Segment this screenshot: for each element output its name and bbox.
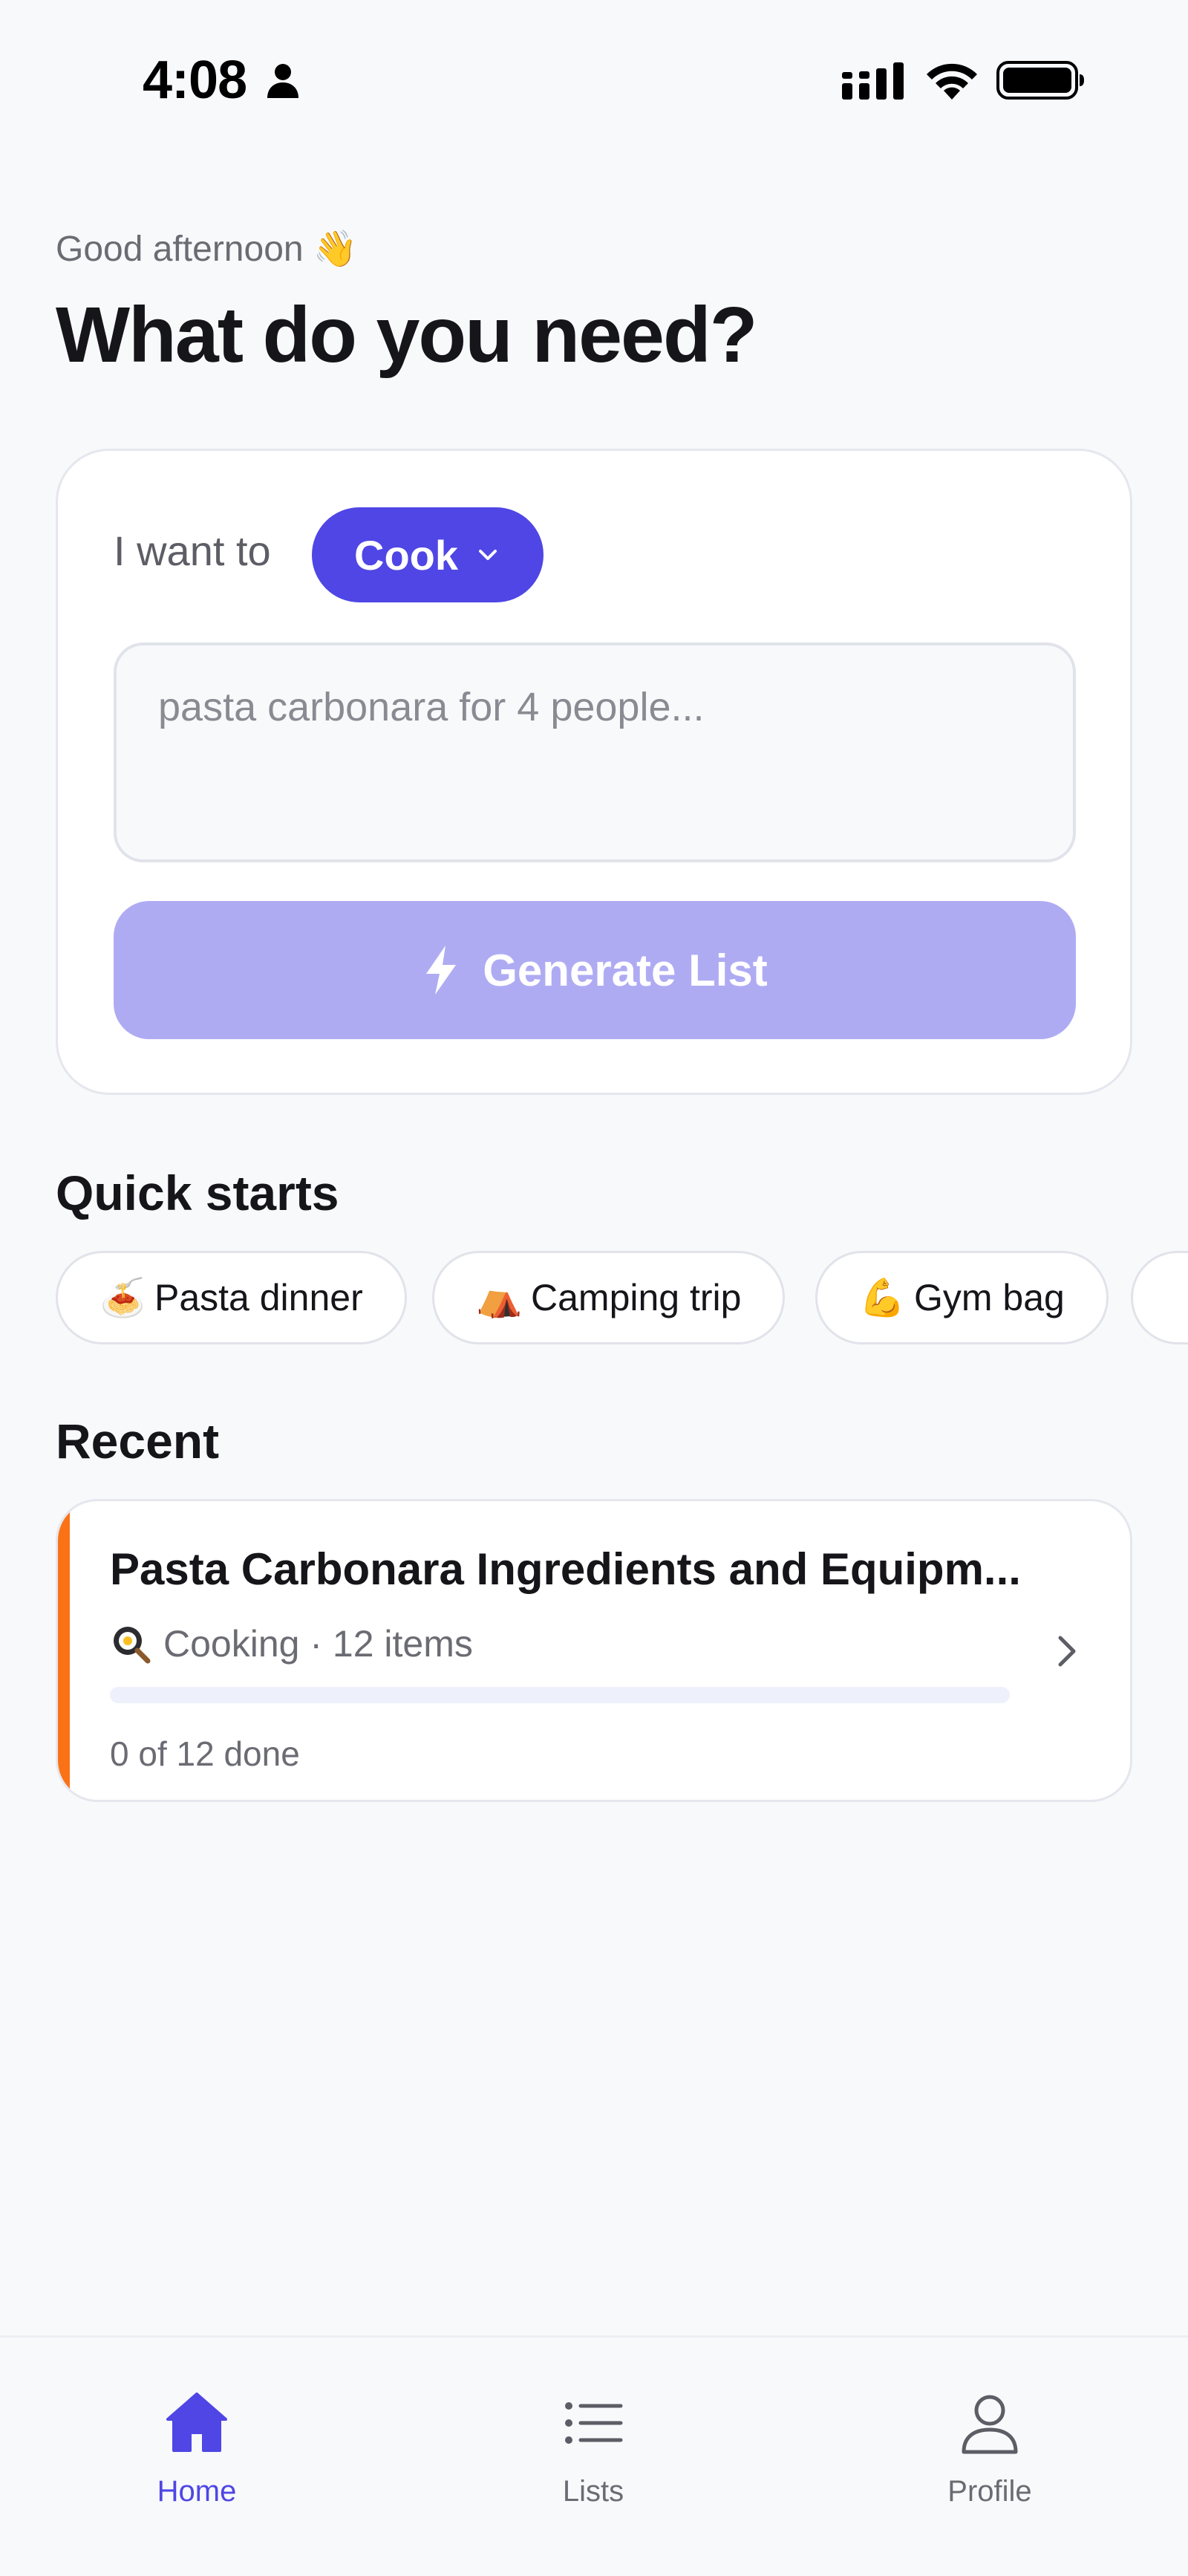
quick-start-gym-bag[interactable]: 💪 Gym bag — [815, 1251, 1109, 1344]
chevron-down-icon — [479, 550, 497, 560]
chip-label: Pasta dinner — [154, 1277, 363, 1318]
intent-value: Cook — [354, 531, 458, 579]
frying-pan-icon — [114, 1627, 151, 1664]
quick-start-camping-trip[interactable]: ⛺ Camping trip — [432, 1251, 786, 1344]
list-icon — [565, 2402, 623, 2444]
nav-profile[interactable]: Profile — [893, 2367, 1086, 2516]
nav-lists[interactable]: Lists — [497, 2367, 690, 2516]
greeting: Good afternoon 👋 — [56, 230, 358, 269]
recent-list-card[interactable]: Pasta Carbonara Ingredients and Equipm..… — [56, 1499, 1132, 1802]
chevron-right-icon — [1058, 1636, 1076, 1667]
status-time: 4:08 — [143, 51, 247, 110]
page-title: What do you need? — [56, 291, 757, 379]
quick-starts-title: Quick starts — [56, 1165, 339, 1220]
category-accent-bar — [58, 1501, 70, 1800]
profile-icon — [962, 2395, 1018, 2454]
nav-home-label: Home — [157, 2475, 237, 2508]
intent-label: I want to — [114, 527, 271, 574]
chip-label: Gym bag — [914, 1277, 1065, 1318]
recent-list-title: Pasta Carbonara Ingredients and Equipm..… — [110, 1544, 1021, 1594]
generate-list-button[interactable]: Generate List — [114, 901, 1076, 1039]
pasta-icon: 🍝 — [99, 1275, 146, 1319]
tent-icon: ⛺ — [476, 1275, 523, 1319]
bottom-nav: Home Lists Profile — [0, 2335, 1188, 2576]
status-bar: 4:08 — [0, 0, 1188, 156]
nav-home[interactable]: Home — [100, 2367, 293, 2516]
lightning-icon — [426, 946, 457, 995]
nav-lists-label: Lists — [562, 2475, 624, 2508]
intent-dropdown[interactable]: Cook — [312, 507, 544, 602]
chip-label: Camping trip — [531, 1277, 742, 1318]
recent-title: Recent — [56, 1414, 220, 1468]
nav-profile-label: Profile — [947, 2475, 1032, 2508]
generate-list-label: Generate List — [483, 945, 768, 995]
person-icon — [267, 64, 298, 98]
quick-start-pasta-dinner[interactable]: 🍝 Pasta dinner — [56, 1251, 407, 1344]
cellular-signal-icon — [842, 62, 904, 100]
flexed-biceps-icon: 💪 — [859, 1275, 906, 1319]
wifi-icon — [927, 63, 977, 100]
quick-start-overflow[interactable] — [1131, 1251, 1188, 1344]
battery-icon — [996, 61, 1084, 100]
query-input[interactable] — [114, 643, 1076, 862]
recent-list-meta: Cooking · 12 items — [110, 1620, 473, 1668]
recent-list-meta-text: Cooking · 12 items — [163, 1623, 473, 1665]
quick-starts-list: 🍝 Pasta dinner ⛺ Camping trip 💪 Gym bag — [56, 1251, 1188, 1346]
home-icon — [166, 2393, 227, 2452]
compose-card: I want to Cook Generate List — [56, 449, 1132, 1095]
progress-bar — [110, 1687, 1010, 1703]
recent-list-progress-text: 0 of 12 done — [110, 1734, 300, 1773]
